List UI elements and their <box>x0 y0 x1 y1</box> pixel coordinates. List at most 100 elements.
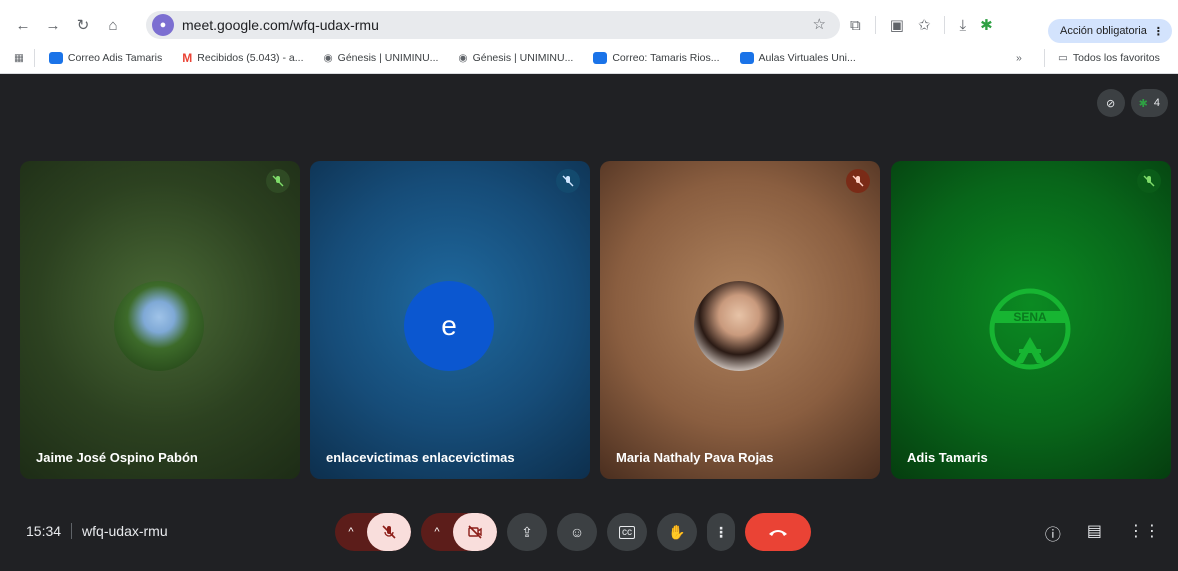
bookmark-label: Correo Adis Tamaris <box>67 52 163 64</box>
clock: 15:34 <box>26 523 62 539</box>
kebab-menu-icon: ⋮ <box>1152 25 1164 38</box>
participant-name: Jaime José Ospino Pabón <box>36 450 198 465</box>
camera-toggle-button[interactable] <box>453 513 497 551</box>
camera-off-icon <box>468 525 482 539</box>
bookmarks-divider <box>1044 49 1045 67</box>
leave-call-button[interactable] <box>745 513 811 551</box>
meeting-details-icon[interactable]: ⓘ <box>1045 521 1061 545</box>
mic-muted-icon <box>556 169 580 193</box>
chat-icon[interactable]: ▤ <box>1087 521 1102 545</box>
video-options-button[interactable]: ^ <box>421 513 453 551</box>
captions-icon: cc <box>619 525 635 539</box>
apps-grid-icon[interactable]: ▦ <box>14 52 24 64</box>
more-options-button[interactable]: ⋮ <box>707 513 735 551</box>
bookmark-item[interactable]: M Recibidos (5.043) - a... <box>182 51 303 65</box>
participant-name: Maria Nathaly Pava Rojas <box>616 450 774 465</box>
toolbar-divider <box>874 16 876 34</box>
top-right-controls: ⊘ ✱ 4 <box>1096 89 1168 117</box>
bookmark-label: Génesis | UNIMINU... <box>337 52 439 64</box>
bookmark-label: Recibidos (5.043) - a... <box>197 52 304 64</box>
meet-stage: ⊘ ✱ 4 Jaime José Ospino Pabón e enlacevi… <box>0 75 1178 571</box>
gmail-icon: M <box>182 51 193 65</box>
meeting-info: 15:34 wfq-udax-rmu <box>26 523 168 539</box>
activities-icon[interactable]: ⋮⋮ <box>1128 521 1160 545</box>
forward-icon[interactable]: → <box>40 12 66 38</box>
sena-extension-icon[interactable]: ✱ <box>980 16 993 34</box>
toolbar-right: ⧉ ▣ ✩ ⤓ ✱ <box>850 16 993 34</box>
participant-tile[interactable]: Jaime José Ospino Pabón <box>20 161 300 479</box>
mic-control-group: ^ <box>335 513 411 551</box>
participant-tile[interactable]: SENA Adis Tamaris <box>891 161 1171 479</box>
globe-icon: ◉ <box>323 52 333 64</box>
video-off-icon: ⊘ <box>1106 97 1116 110</box>
reactions-button[interactable]: ☺ <box>557 513 597 551</box>
outlook-icon <box>593 52 608 64</box>
avatar-initial: e <box>441 310 457 341</box>
omnibox[interactable]: ● meet.google.com/wfq-udax-rmu ☆ <box>146 11 840 39</box>
bookmarks-bar: ▦ Correo Adis Tamaris M Recibidos (5.043… <box>0 46 1178 70</box>
participant-name: Adis Tamaris <box>907 450 988 465</box>
bookmark-item[interactable]: Aulas Virtuales Uni... <box>739 52 856 64</box>
sena-logo: SENA <box>989 288 1071 370</box>
participants-button[interactable]: ✱ 4 <box>1130 89 1168 117</box>
bookmark-item[interactable]: Correo: Tamaris Rios... <box>593 52 720 64</box>
action-required-button[interactable]: Acción obligatoria ⋮ <box>1048 19 1172 43</box>
bottom-bar: 15:34 wfq-udax-rmu ^ ^ ⇪ ☺ cc ✋ ⋮ ⓘ ▤ ⋮⋮ <box>0 501 1178 571</box>
address-row: ← → ↻ ⌂ ● meet.google.com/wfq-udax-rmu ☆… <box>0 8 1178 43</box>
microphone-toggle-button[interactable] <box>367 513 411 551</box>
mic-site-icon[interactable]: ● <box>152 14 174 36</box>
extensions-icon[interactable]: ⧉ <box>850 17 861 34</box>
meeting-code: wfq-udax-rmu <box>82 523 168 539</box>
favorites-icon[interactable]: ✩ <box>918 16 931 34</box>
toolbar-divider <box>944 16 946 34</box>
participant-tile[interactable]: Maria Nathaly Pava Rojas <box>600 161 880 479</box>
participant-name: enlacevictimas enlacevictimas <box>326 450 515 465</box>
emoji-icon: ☺ <box>569 524 585 540</box>
bookmark-label: Correo: Tamaris Rios... <box>612 52 720 64</box>
browser-chrome: ← → ↻ ⌂ ● meet.google.com/wfq-udax-rmu ☆… <box>0 0 1178 74</box>
download-icon[interactable]: ⤓ <box>959 17 966 34</box>
hang-up-icon <box>769 530 787 536</box>
bookmark-label: Génesis | UNIMINU... <box>472 52 574 64</box>
all-bookmarks-button[interactable]: ▭ Todos los favoritos <box>1058 52 1160 64</box>
captions-button[interactable]: cc <box>607 513 647 551</box>
mic-muted-icon <box>846 169 870 193</box>
aulas-icon <box>739 52 754 64</box>
bookmark-item[interactable]: Correo Adis Tamaris <box>48 52 163 64</box>
more-vert-icon: ⋮ <box>714 523 728 540</box>
home-icon[interactable]: ⌂ <box>100 12 126 38</box>
call-controls: ^ ^ ⇪ ☺ cc ✋ ⋮ <box>335 513 811 551</box>
bookmark-star-icon[interactable]: ☆ <box>813 15 826 33</box>
reload-icon[interactable]: ↻ <box>70 12 96 38</box>
present-icon: ⇪ <box>521 523 533 540</box>
all-bookmarks-label: Todos los favoritos <box>1072 52 1160 64</box>
bookmark-item[interactable]: ◉ Génesis | UNIMINU... <box>323 52 438 64</box>
more-bookmarks-icon[interactable]: » <box>1016 52 1022 64</box>
avatar: e <box>404 281 494 371</box>
bookmark-label: Aulas Virtuales Uni... <box>758 52 856 64</box>
action-required-label: Acción obligatoria <box>1060 25 1147 37</box>
bookmark-item[interactable]: ◉ Génesis | UNIMINU... <box>458 52 573 64</box>
globe-icon: ◉ <box>458 52 468 64</box>
present-screen-button[interactable]: ⇪ <box>507 513 547 551</box>
reading-mode-icon[interactable]: ▣ <box>890 16 904 34</box>
hide-self-view-button[interactable]: ⊘ <box>1096 89 1125 117</box>
svg-text:SENA: SENA <box>1013 310 1047 324</box>
outlook-icon <box>48 52 63 64</box>
avatar <box>114 281 204 371</box>
raise-hand-button[interactable]: ✋ <box>657 513 697 551</box>
mic-muted-icon <box>266 169 290 193</box>
avatar <box>694 281 784 371</box>
audio-options-button[interactable]: ^ <box>335 513 367 551</box>
camera-control-group: ^ <box>421 513 497 551</box>
mic-off-icon <box>382 525 396 539</box>
bookmarks-divider <box>33 49 35 67</box>
folder-icon: ▭ <box>1058 52 1068 64</box>
back-icon[interactable]: ← <box>10 12 36 38</box>
mic-muted-icon <box>1137 169 1161 193</box>
side-panel-controls: ⓘ ▤ ⋮⋮ <box>1045 521 1160 545</box>
participant-tile[interactable]: e enlacevictimas enlacevictimas <box>310 161 590 479</box>
participant-count: 4 <box>1153 97 1160 109</box>
url-text[interactable]: meet.google.com/wfq-udax-rmu <box>182 17 379 33</box>
participant-avatars-icon: ✱ <box>1138 97 1148 110</box>
